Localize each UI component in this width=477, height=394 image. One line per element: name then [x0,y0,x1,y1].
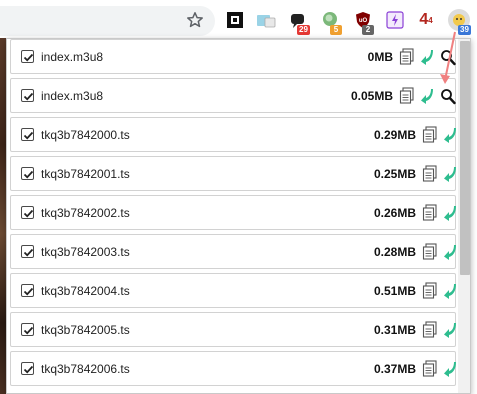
green-circle-icon[interactable]: 5 [320,9,342,35]
annotation-arrow-icon [440,31,456,84]
file-name: tkq3b7842003.ts [41,245,130,259]
copy-icon[interactable] [422,321,438,339]
four-logo-sup: 4 [428,15,433,25]
copy-icon[interactable] [399,87,415,105]
file-checkbox[interactable] [21,167,34,180]
scrollbar[interactable] [458,39,470,393]
copy-icon[interactable] [422,243,438,261]
video-downloader-icon[interactable]: 39 [448,9,471,35]
lightning-bolt-icon[interactable] [384,9,406,31]
file-size: 0.25MB [373,167,416,181]
browser-toolbar: 29 5 uO 2 44 39 [0,0,477,38]
file-name: tkq3b7842002.ts [41,206,130,220]
copy-icon[interactable] [422,126,438,144]
file-row: tkq3b7842005.ts 0.31MB [10,312,456,347]
file-checkbox[interactable] [21,362,34,375]
file-row: tkq3b7842003.ts 0.28MB [10,234,456,269]
file-checkbox[interactable] [21,128,34,141]
square-logo-icon[interactable] [224,9,246,31]
file-size: 0.37MB [373,362,416,376]
file-row: tkq3b7842006.ts 0.37MB [10,351,456,386]
download-icon[interactable] [442,165,458,183]
copy-icon[interactable] [422,282,438,300]
copy-icon[interactable] [422,360,438,378]
file-size: 0.05MB [350,89,393,103]
download-icon[interactable] [442,126,458,144]
file-row: index.m3u8 0.05MB [10,78,456,113]
ublock-shield-icon[interactable]: uO 2 [352,9,374,35]
scrollbar-thumb[interactable] [460,41,470,275]
bookmark-star-icon[interactable] [184,9,206,31]
file-checkbox[interactable] [21,284,34,297]
file-row: tkq3b7842002.ts 0.26MB [10,195,456,230]
file-name: tkq3b7842004.ts [41,284,130,298]
file-checkbox[interactable] [21,50,34,63]
file-name: index.m3u8 [41,50,104,64]
download-icon[interactable] [442,321,458,339]
four-logo-icon[interactable]: 44 [415,9,437,31]
file-size: 0.28MB [373,245,416,259]
file-row: tkq3b7842001.ts 0.25MB [10,156,456,191]
chat-badge: 29 [297,25,310,35]
file-checkbox[interactable] [21,245,34,258]
copy-icon[interactable] [422,204,438,222]
file-list: index.m3u8 0MB index.m3u8 0.05MB tkq3b784200… [7,39,457,393]
chat-bubble-icon[interactable]: 29 [287,9,310,35]
file-name: tkq3b7842000.ts [41,128,130,142]
download-icon[interactable] [442,360,458,378]
file-size: 0.31MB [373,323,416,337]
file-size: 0.29MB [373,128,416,142]
file-size: 0.26MB [373,206,416,220]
file-name: index.m3u8 [41,89,104,103]
four-logo-text: 4 [419,11,429,28]
file-checkbox[interactable] [21,89,34,102]
download-icon[interactable] [442,282,458,300]
svg-text:uO: uO [359,18,368,24]
ublock-badge: 2 [362,25,374,35]
file-name: tkq3b7842005.ts [41,323,130,337]
download-icon[interactable] [442,243,458,261]
download-list-popup: index.m3u8 0MB index.m3u8 0.05MB tkq3b784200… [6,38,471,394]
file-size: 0.51MB [373,284,416,298]
address-bar[interactable] [0,6,215,36]
file-name: tkq3b7842001.ts [41,167,130,181]
screen-capture-icon[interactable] [255,9,277,31]
file-checkbox[interactable] [21,323,34,336]
file-name: tkq3b7842006.ts [41,362,130,376]
file-row: tkq3b7842000.ts 0.29MB [10,117,456,152]
copy-icon[interactable] [399,48,415,66]
download-icon[interactable] [442,204,458,222]
copy-icon[interactable] [422,165,438,183]
file-size: 0MB [367,50,393,64]
green-circle-badge: 5 [330,25,342,35]
file-row: tkq3b7842004.ts 0.51MB [10,273,456,308]
file-row: index.m3u8 0MB [10,39,456,74]
file-checkbox[interactable] [21,206,34,219]
